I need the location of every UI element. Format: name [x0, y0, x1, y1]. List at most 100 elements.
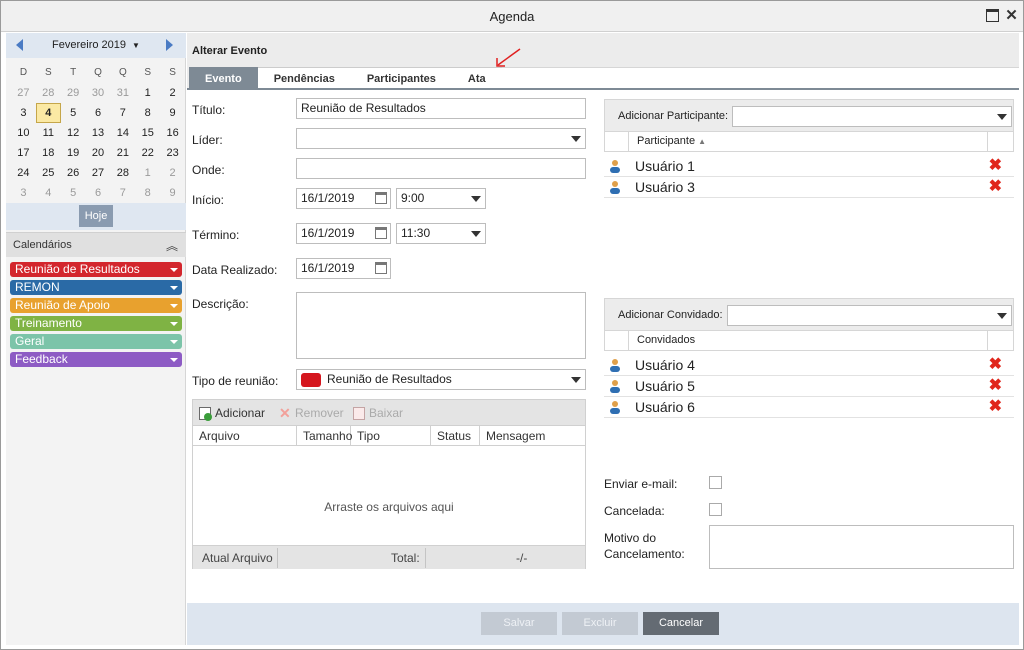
add-attachment-button[interactable]: Adicionar [199, 406, 265, 422]
month-selector[interactable]: Fevereiro 2019 ▼ [6, 39, 186, 51]
calendar-day[interactable]: 11 [36, 123, 61, 143]
tab-ata[interactable]: Ata [451, 67, 502, 89]
calendar-icon[interactable] [375, 262, 387, 274]
inicio-date-input[interactable]: 16/1/2019 [296, 188, 391, 209]
tab-pendencias[interactable]: Pendências [257, 67, 351, 89]
participant-row[interactable]: Usuário 1 ✖ [604, 156, 1014, 177]
calendar-day[interactable]: 6 [86, 103, 111, 123]
calendar-day[interactable]: 24 [11, 163, 36, 183]
chevron-down-icon[interactable] [170, 358, 178, 362]
calendar-icon[interactable] [375, 227, 387, 239]
add-participant-select[interactable] [732, 106, 1012, 127]
col-status[interactable]: Status [431, 426, 480, 445]
calendar-day[interactable]: 27 [86, 163, 111, 183]
onde-input[interactable] [296, 158, 586, 179]
calendar-day[interactable]: 25 [36, 163, 61, 183]
calendar-day[interactable]: 17 [11, 143, 36, 163]
calendar-day[interactable]: 13 [86, 123, 111, 143]
calendar-day[interactable]: 19 [61, 143, 86, 163]
chevron-down-icon[interactable] [471, 196, 481, 202]
termino-time-select[interactable]: 11:30 [396, 223, 486, 244]
calendar-day[interactable]: 28 [36, 83, 61, 103]
motivo-textarea[interactable] [709, 525, 1014, 569]
guest-row[interactable]: Usuário 4 ✖ [604, 355, 1014, 376]
termino-date-input[interactable]: 16/1/2019 [296, 223, 391, 244]
calendar-day-today[interactable]: 4 [35, 103, 61, 123]
calendar-item[interactable]: Reunião de Apoio [10, 298, 182, 313]
collapse-icon[interactable]: ︽ [166, 237, 178, 254]
calendar-day[interactable]: 29 [61, 83, 86, 103]
download-attachment-button[interactable]: Baixar [353, 406, 403, 421]
chevron-down-icon[interactable] [170, 286, 178, 290]
participant-row[interactable]: Usuário 3 ✖ [604, 177, 1014, 198]
chevron-down-icon[interactable] [170, 322, 178, 326]
calendar-item[interactable]: Reunião de Resultados [10, 262, 182, 277]
col-tamanho[interactable]: Tamanho [297, 426, 352, 445]
calendar-item[interactable]: Geral [10, 334, 182, 349]
guests-column[interactable]: Convidados [637, 334, 695, 346]
calendar-day[interactable]: 8 [135, 183, 160, 203]
maximize-icon[interactable] [986, 9, 999, 22]
calendar-item[interactable]: Feedback [10, 352, 182, 367]
calendar-day[interactable]: 23 [160, 143, 185, 163]
calendar-day[interactable]: 16 [160, 123, 185, 143]
calendar-day[interactable]: 1 [135, 83, 160, 103]
chevron-down-icon[interactable] [571, 136, 581, 142]
calendar-item[interactable]: Treinamento [10, 316, 182, 331]
inicio-time-select[interactable]: 9:00 [396, 188, 486, 209]
participant-column[interactable]: Participante ▲ [637, 135, 706, 147]
chevron-down-icon[interactable] [471, 231, 481, 237]
calendar-day[interactable]: 2 [160, 163, 185, 183]
guest-row[interactable]: Usuário 5 ✖ [604, 376, 1014, 397]
calendar-day[interactable]: 20 [86, 143, 111, 163]
remove-attachment-button[interactable]: ✕ Remover [279, 406, 344, 420]
add-guest-select[interactable] [727, 305, 1012, 326]
descricao-textarea[interactable] [296, 292, 586, 359]
calendar-day[interactable]: 9 [160, 183, 185, 203]
calendar-day[interactable]: 18 [36, 143, 61, 163]
calendar-day[interactable]: 26 [61, 163, 86, 183]
tab-participantes[interactable]: Participantes [350, 67, 452, 89]
tipo-select[interactable]: Reunião de Resultados [296, 369, 586, 390]
guest-row[interactable]: Usuário 6 ✖ [604, 397, 1014, 418]
col-mensagem[interactable]: Mensagem [480, 426, 585, 445]
next-month-icon[interactable] [166, 39, 173, 51]
calendar-day[interactable]: 22 [135, 143, 160, 163]
calendar-day[interactable]: 2 [160, 83, 185, 103]
calendar-item[interactable]: REMON [10, 280, 182, 295]
tab-evento[interactable]: Evento [189, 67, 258, 89]
delete-icon[interactable]: ✖ [989, 378, 1002, 394]
calendar-day[interactable]: 21 [110, 143, 135, 163]
calendar-day[interactable]: 9 [160, 103, 185, 123]
cancelada-checkbox[interactable] [709, 503, 722, 516]
lider-select[interactable] [296, 128, 586, 149]
calendar-day[interactable]: 31 [110, 83, 135, 103]
calendar-day[interactable]: 7 [110, 183, 135, 203]
chevron-down-icon[interactable] [997, 313, 1007, 319]
calendar-day[interactable]: 3 [11, 183, 36, 203]
calendar-day[interactable]: 12 [61, 123, 86, 143]
calendar-day[interactable]: 30 [86, 83, 111, 103]
col-arquivo[interactable]: Arquivo [193, 426, 297, 445]
cancel-button[interactable]: Cancelar [643, 612, 719, 635]
calendar-day[interactable]: 27 [11, 83, 36, 103]
calendar-day[interactable]: 5 [61, 103, 86, 123]
calendar-day[interactable]: 8 [135, 103, 160, 123]
close-icon[interactable]: ✕ [1005, 8, 1018, 23]
chevron-down-icon[interactable] [571, 377, 581, 383]
calendar-day[interactable]: 28 [110, 163, 135, 183]
calendar-day[interactable]: 5 [61, 183, 86, 203]
calendar-day[interactable]: 6 [86, 183, 111, 203]
chevron-down-icon[interactable] [170, 304, 178, 308]
delete-icon[interactable]: ✖ [989, 179, 1002, 195]
delete-icon[interactable]: ✖ [989, 399, 1002, 415]
titulo-input[interactable]: Reunião de Resultados [296, 98, 586, 119]
calendar-day[interactable]: 7 [110, 103, 135, 123]
delete-icon[interactable]: ✖ [989, 158, 1002, 174]
chevron-down-icon[interactable] [170, 340, 178, 344]
calendar-day[interactable]: 10 [11, 123, 36, 143]
drop-zone-text[interactable]: Arraste os arquivos aqui [193, 500, 585, 514]
delete-button[interactable]: Excluir [562, 612, 638, 635]
save-button[interactable]: Salvar [481, 612, 557, 635]
calendar-day[interactable]: 1 [135, 163, 160, 183]
